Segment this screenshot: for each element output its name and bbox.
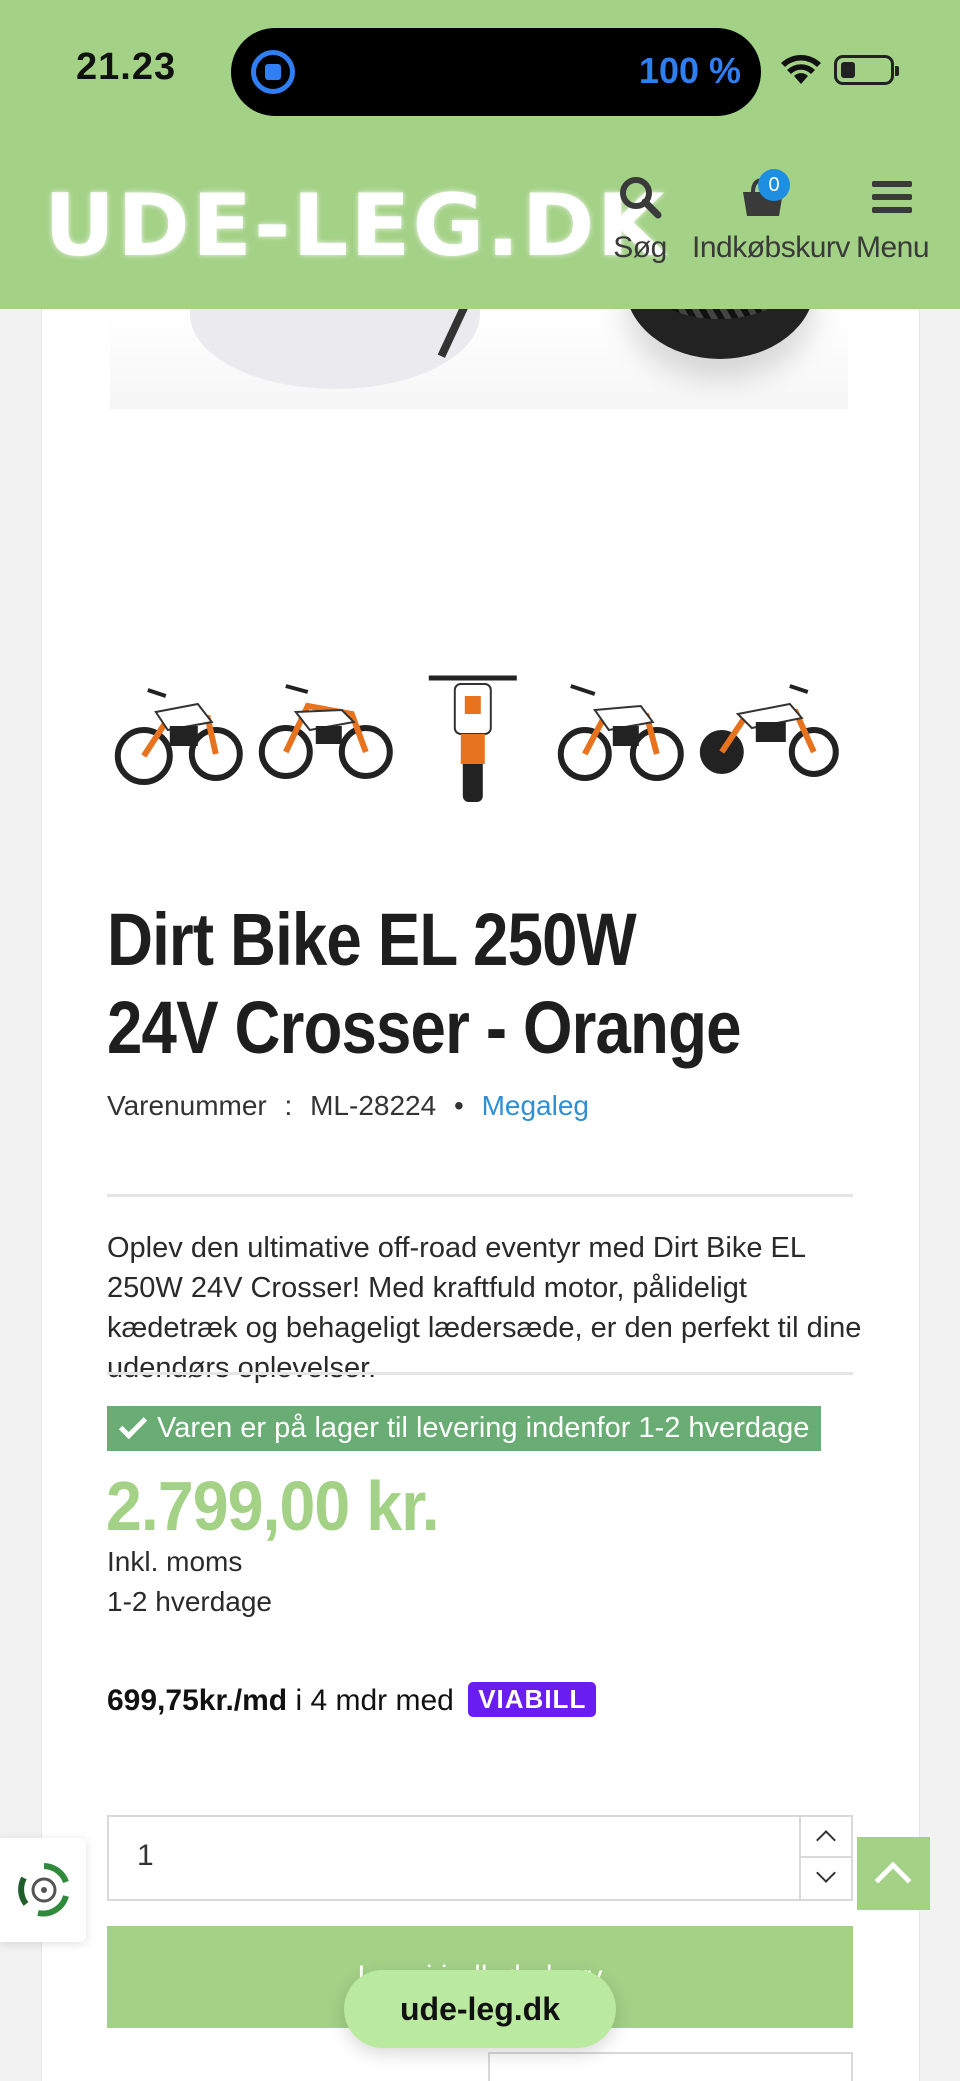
- product-description: Oplev den ultimative off-road eventyr me…: [107, 1232, 862, 1384]
- status-time: 21.23: [76, 46, 177, 88]
- viabill-logo: VIABILL: [468, 1682, 597, 1717]
- installment-amount: 699,75kr./md: [107, 1684, 288, 1717]
- hamburger-menu-icon: [872, 181, 912, 213]
- menu-button[interactable]: Menu: [856, 174, 930, 265]
- main-product-image[interactable]: [110, 209, 848, 409]
- sku-value: ML-28224: [310, 1090, 437, 1121]
- site-logo[interactable]: UDE-LEG.DK: [44, 180, 667, 272]
- quantity-step-controls: [799, 1817, 851, 1899]
- battery-icon: [834, 55, 899, 85]
- secondary-field[interactable]: [488, 2052, 853, 2081]
- thumbnail-3[interactable]: [401, 656, 545, 806]
- browser-url-pill[interactable]: ude-leg.dk: [344, 1970, 616, 2048]
- chevron-up-icon: [874, 1861, 912, 1899]
- stock-status-badge: Varen er på lager til levering indenfor …: [107, 1406, 822, 1451]
- product-title: Dirt Bike EL 250W 24V Crosser - Orange: [107, 898, 741, 1069]
- thumbnail-gallery: [106, 656, 840, 806]
- sku-separator: :: [284, 1090, 293, 1121]
- thumbnail-2[interactable]: [253, 656, 398, 806]
- divider: [107, 1194, 853, 1197]
- thumbnail-1[interactable]: [106, 656, 250, 806]
- brand-link[interactable]: Megaleg: [482, 1090, 589, 1121]
- recycle-wheel-icon: [18, 1863, 69, 1917]
- menu-label: Menu: [856, 231, 930, 264]
- search-icon: [620, 177, 662, 219]
- product-price: 2.799,00 kr.: [106, 1467, 440, 1545]
- cart-label: Indkøbskurv: [692, 231, 850, 264]
- product-meta: Varenummer : ML-28224 • Megaleg: [107, 1090, 599, 1122]
- stock-status-text: Varen er på lager til levering indenfor …: [157, 1412, 810, 1444]
- vat-note: Inkl. moms: [107, 1546, 243, 1577]
- sku-label: Varenummer: [107, 1090, 267, 1121]
- cart-button[interactable]: 0 Indkøbskurv: [692, 169, 850, 265]
- quantity-input[interactable]: 1: [137, 1839, 154, 1873]
- quantity-decrease-button[interactable]: [801, 1858, 851, 1899]
- quantity-increase-button[interactable]: [801, 1817, 851, 1858]
- chevron-down-icon: [816, 1863, 836, 1883]
- island-battery-percent: 100 %: [638, 50, 741, 91]
- site-header: 21.23 100 % UDE-LEG.DK Søg 0 Indkøbskurv…: [0, 0, 960, 309]
- screen-record-icon: [251, 50, 295, 94]
- divider: [107, 1372, 853, 1375]
- cart-count-badge: 0: [758, 169, 790, 201]
- chevron-up-icon: [816, 1830, 836, 1850]
- checkmark-icon: [118, 1410, 148, 1440]
- wifi-icon: [781, 55, 821, 84]
- quantity-stepper[interactable]: 1: [107, 1815, 853, 1901]
- dynamic-island: 100 %: [231, 28, 761, 116]
- installment-text: i 4 mdr med: [295, 1684, 454, 1717]
- search-button[interactable]: Søg: [610, 174, 670, 265]
- thumbnail-5[interactable]: [696, 656, 840, 806]
- search-label: Søg: [613, 231, 667, 264]
- delivery-note: 1-2 hverdage: [107, 1586, 273, 1617]
- meta-bullet: •: [453, 1090, 464, 1121]
- scroll-to-top-button[interactable]: [857, 1837, 930, 1910]
- eco-badge[interactable]: [0, 1838, 86, 1942]
- installment-info[interactable]: 699,75kr./md i 4 mdr med VIABILL: [107, 1682, 597, 1718]
- thumbnail-4[interactable]: [548, 656, 693, 806]
